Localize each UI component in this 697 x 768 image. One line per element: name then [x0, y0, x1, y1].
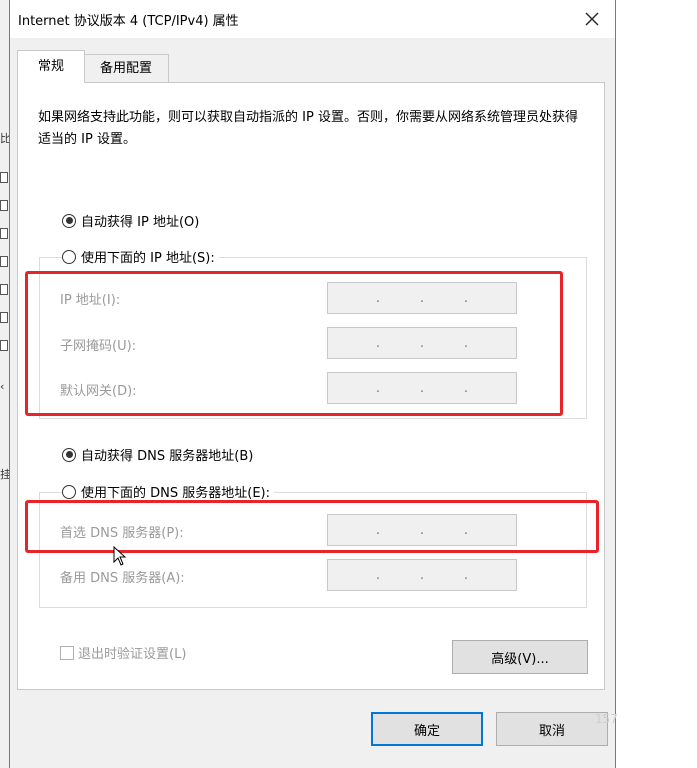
- radio-manual-ip[interactable]: 使用下面的 IP 地址(S):: [62, 247, 219, 266]
- radio-button[interactable]: [62, 447, 76, 462]
- alternate-dns-input[interactable]: ...: [327, 559, 517, 591]
- radio-manual-ip-label: 使用下面的 IP 地址(S):: [81, 251, 215, 266]
- tab-alternate-config[interactable]: 备用配置: [83, 54, 169, 82]
- radio-button[interactable]: [62, 213, 76, 228]
- mouse-cursor-icon: [113, 546, 127, 566]
- ok-button[interactable]: 确定: [371, 712, 483, 746]
- radio-button[interactable]: [62, 249, 76, 264]
- background-checkbox: [0, 340, 8, 351]
- background-checkbox: [0, 200, 8, 211]
- watermark: 157: [595, 712, 618, 726]
- background-checkbox: [0, 172, 8, 183]
- radio-auto-dns-label: 自动获得 DNS 服务器地址(B): [81, 449, 254, 464]
- background-checkbox: [0, 228, 8, 239]
- general-panel: 如果网络支持此功能，则可以获取自动指派的 IP 设置。否则，你需要从网络系统管理…: [17, 82, 605, 690]
- cancel-button[interactable]: 取消: [496, 712, 608, 746]
- title-bar: Internet 协议版本 4 (TCP/IPv4) 属性: [10, 0, 615, 38]
- description-text: 如果网络支持此功能，则可以获取自动指派的 IP 设置。否则，你需要从网络系统管理…: [38, 110, 578, 147]
- default-gateway-label: 默认网关(D):: [60, 384, 137, 399]
- radio-button[interactable]: [62, 484, 76, 499]
- radio-manual-dns[interactable]: 使用下面的 DNS 服务器地址(E):: [62, 482, 274, 501]
- tab-general[interactable]: 常规: [17, 50, 85, 83]
- background-checkbox: [0, 312, 8, 323]
- alternate-dns-label: 备用 DNS 服务器(A):: [60, 571, 185, 586]
- radio-auto-ip[interactable]: 自动获得 IP 地址(O): [62, 211, 199, 230]
- close-icon: [585, 12, 599, 26]
- validate-on-exit-checkbox[interactable]: 退出时验证设置(L): [60, 643, 186, 662]
- preferred-dns-input[interactable]: ...: [327, 514, 517, 546]
- advanced-button[interactable]: 高级(V)...: [452, 640, 588, 674]
- subnet-mask-label: 子网掩码(U):: [60, 339, 137, 354]
- radio-auto-ip-label: 自动获得 IP 地址(O): [81, 215, 200, 230]
- subnet-mask-input[interactable]: ...: [327, 327, 517, 359]
- checkbox-box[interactable]: [60, 645, 74, 660]
- validate-on-exit-label: 退出时验证设置(L): [78, 647, 187, 662]
- background-arrow: ‹: [0, 380, 5, 393]
- background-checkbox: [0, 284, 8, 295]
- default-gateway-input[interactable]: ...: [327, 372, 517, 404]
- radio-auto-dns[interactable]: 自动获得 DNS 服务器地址(B): [62, 445, 253, 464]
- tcpip-properties-dialog: Internet 协议版本 4 (TCP/IPv4) 属性 常规 备用配置 如果…: [9, 0, 616, 768]
- background-checkbox: [0, 256, 8, 267]
- radio-manual-dns-label: 使用下面的 DNS 服务器地址(E):: [81, 486, 270, 501]
- preferred-dns-label: 首选 DNS 服务器(P):: [60, 526, 184, 541]
- ip-address-input[interactable]: ...: [327, 282, 517, 314]
- close-button[interactable]: [579, 6, 605, 32]
- ip-address-label: IP 地址(I):: [60, 293, 121, 308]
- window-title: Internet 协议版本 4 (TCP/IPv4) 属性: [18, 14, 239, 29]
